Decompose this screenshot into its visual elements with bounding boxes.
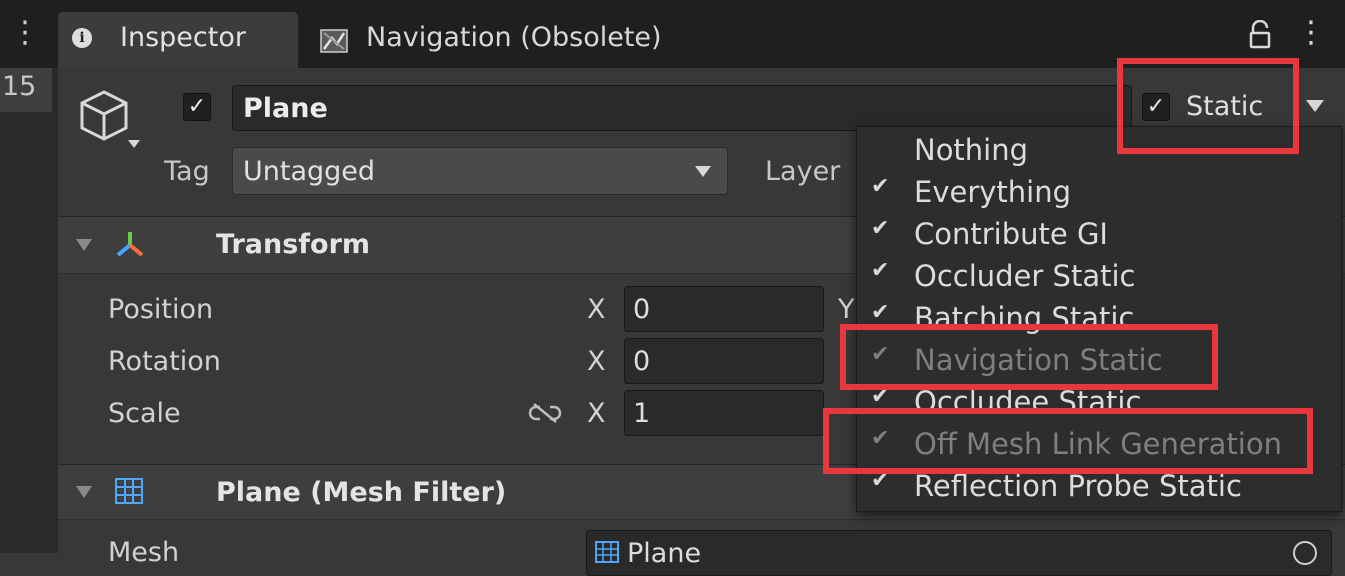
- mesh-value-icon: [595, 541, 619, 563]
- rotation-x-axis: X: [587, 346, 606, 377]
- left-panel-number: 15: [2, 71, 37, 102]
- highlight-off-mesh-link-generation: [823, 408, 1313, 474]
- gameobject-cube-icon[interactable]: [72, 88, 148, 158]
- transform-title: Transform: [216, 229, 371, 260]
- menu-item-label: Nothing: [914, 133, 1029, 167]
- position-x-value: 0: [633, 294, 651, 325]
- check-icon: ✔: [871, 258, 890, 283]
- kebab-menu-icon[interactable]: ⋮: [1296, 18, 1326, 48]
- tab-navigation[interactable]: Navigation (Obsolete): [300, 12, 720, 68]
- scale-x-field[interactable]: 1: [624, 390, 824, 436]
- highlight-static-toggle: [1117, 58, 1299, 154]
- mesh-value: Plane: [627, 538, 702, 569]
- mesh-filter-title: Plane (Mesh Filter): [216, 477, 507, 508]
- check-icon: ✔: [871, 174, 890, 199]
- mesh-grid-icon: [115, 478, 143, 504]
- mesh-object-field[interactable]: Plane: [586, 530, 1332, 576]
- foldout-arrow-icon: [76, 486, 92, 498]
- object-name-field[interactable]: Plane: [232, 85, 1132, 131]
- tag-dropdown-value: Untagged: [243, 156, 376, 187]
- position-x-field[interactable]: 0: [624, 286, 824, 332]
- position-label: Position: [108, 294, 214, 325]
- highlight-navigation-static: [840, 324, 1218, 390]
- scale-x-value: 1: [633, 398, 651, 429]
- active-checkbox[interactable]: ✓: [183, 93, 211, 121]
- transform-icon: [116, 232, 144, 257]
- tag-dropdown-arrow-icon: [695, 166, 711, 177]
- menu-item-everything[interactable]: ✔ Everything: [857, 170, 1341, 212]
- lock-icon[interactable]: [1248, 20, 1272, 50]
- unlinked-scale-icon[interactable]: [528, 402, 562, 424]
- menu-item-label: Reflection Probe Static: [914, 469, 1242, 503]
- left-panel-menu-icon[interactable]: ⋮: [10, 18, 40, 48]
- scale-x-axis: X: [587, 398, 606, 429]
- object-picker-icon[interactable]: [1293, 541, 1317, 565]
- menu-item-label: Occluder Static: [914, 259, 1136, 293]
- tab-inspector[interactable]: i Inspector: [58, 12, 298, 68]
- tab-navigation-label: Navigation (Obsolete): [366, 22, 662, 53]
- rotation-x-field[interactable]: 0: [624, 338, 824, 384]
- position-y-axis: Y: [838, 294, 855, 325]
- rotation-label: Rotation: [108, 346, 221, 377]
- layer-label: Layer: [765, 156, 841, 187]
- check-icon: ✔: [871, 216, 890, 241]
- info-icon: i: [72, 28, 92, 48]
- menu-item-label: Contribute GI: [914, 217, 1108, 251]
- menu-item-occluder-static[interactable]: ✔ Occluder Static: [857, 254, 1341, 296]
- static-dropdown-arrow-icon[interactable]: [1306, 100, 1324, 112]
- check-icon: ✔: [871, 300, 890, 325]
- rotation-x-value: 0: [633, 346, 651, 377]
- position-x-axis: X: [587, 294, 606, 325]
- scale-label: Scale: [108, 398, 181, 429]
- foldout-arrow-icon: [76, 239, 92, 251]
- tag-label: Tag: [164, 156, 210, 187]
- tag-dropdown[interactable]: Untagged: [232, 147, 728, 195]
- menu-item-label: Everything: [914, 175, 1072, 209]
- object-name-value: Plane: [243, 93, 328, 124]
- menu-item-contribute-gi[interactable]: ✔ Contribute GI: [857, 212, 1341, 254]
- tab-inspector-label: Inspector: [120, 22, 246, 53]
- navigation-icon: [320, 29, 348, 53]
